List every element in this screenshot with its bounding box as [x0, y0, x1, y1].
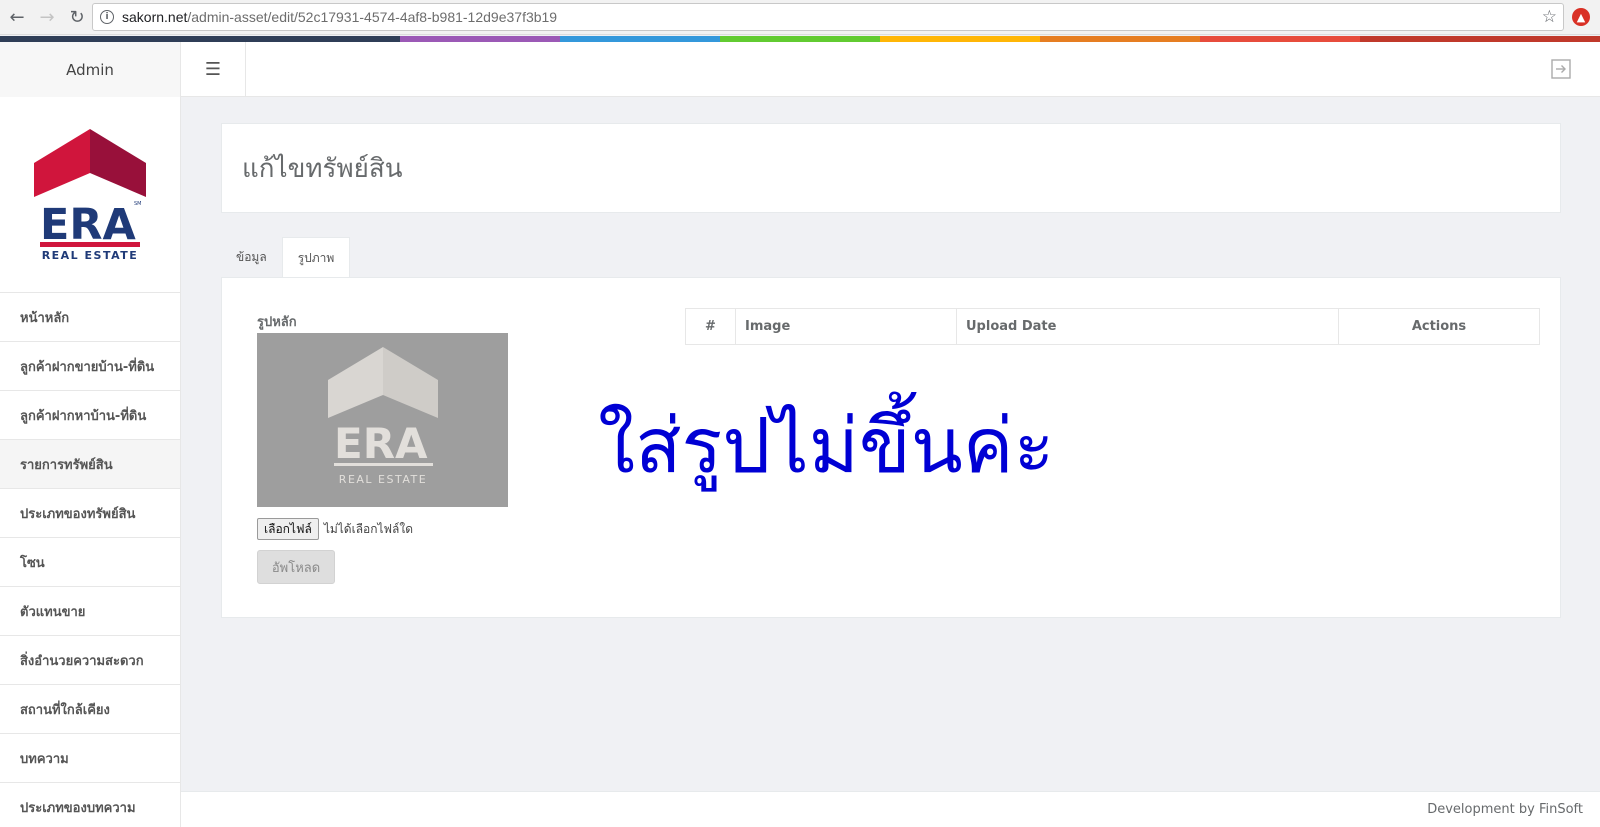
sidebar-item[interactable]: สิ่งอำนวยความสะดวก	[0, 636, 180, 685]
sidebar-item[interactable]: ประเภทของบทความ	[0, 783, 180, 827]
logo-tagline: REAL ESTATE	[42, 249, 139, 261]
sidebar-item[interactable]: รายการทรัพย์สิน	[0, 440, 180, 489]
sidebar-item[interactable]: หน้าหลัก	[0, 293, 180, 342]
footer-text: Development by FinSoft	[1427, 802, 1583, 817]
file-input: เลือกไฟล์ ไม่ได้เลือกไฟล์ใด	[257, 518, 413, 540]
back-icon[interactable]: ←	[4, 4, 30, 30]
url-text: sakorn.net/admin-asset/edit/52c17931-457…	[122, 9, 557, 25]
header-actions: Actions	[1338, 308, 1540, 345]
footer: Development by FinSoft	[181, 791, 1600, 827]
era-logo[interactable]: ERA SM REAL ESTATE	[34, 128, 146, 261]
main-image-preview: ERA REAL ESTATE	[257, 333, 508, 507]
images-table: # Image Upload Date Actions	[685, 308, 1540, 345]
main-image-label: รูปหลัก	[257, 315, 297, 330]
brand-title[interactable]: Admin	[0, 42, 181, 97]
preview-brand-text: ERA	[334, 419, 428, 468]
sidebar-item[interactable]: ลูกค้าฝากหาบ้าน-ที่ดิน	[0, 391, 180, 440]
logo-sm-mark: SM	[134, 201, 142, 207]
header-image: Image	[735, 308, 957, 345]
sidebar-item[interactable]: ตัวแทนขาย	[0, 587, 180, 636]
browser-toolbar: ← → ↻ i sakorn.net/admin-asset/edit/52c1…	[0, 0, 1600, 35]
header-upload-date: Upload Date	[956, 308, 1339, 345]
sidebar-item[interactable]: บทความ	[0, 734, 180, 783]
sidebar-item[interactable]: ลูกค้าฝากขายบ้าน-ที่ดิน	[0, 342, 180, 391]
sidebar: ERA SM REAL ESTATE หน้าหลัก ลูกค้าฝากขายบ…	[0, 97, 181, 827]
reload-icon[interactable]: ↻	[64, 4, 90, 30]
sidebar-item[interactable]: โซน	[0, 538, 180, 587]
tab-bar: ข้อมูล รูปภาพ	[221, 237, 351, 278]
page-title: แก้ไขทรัพย์สิน	[242, 153, 403, 184]
bookmark-star-icon[interactable]: ☆	[1542, 7, 1557, 27]
sidebar-item[interactable]: ประเภทของทรัพย์สิน	[0, 489, 180, 538]
upload-button[interactable]: อัพโหลด	[257, 550, 335, 584]
hamburger-icon[interactable]: ☰	[181, 42, 246, 97]
info-icon[interactable]: i	[100, 10, 114, 24]
sidebar-item[interactable]: สถานที่ใกล้เคียง	[0, 685, 180, 734]
top-navbar: Admin ☰	[0, 42, 1600, 97]
sign-out-icon[interactable]	[1550, 58, 1572, 80]
address-bar[interactable]: i sakorn.net/admin-asset/edit/52c17931-4…	[92, 3, 1564, 31]
extension-icon[interactable]: ▲	[1572, 8, 1590, 26]
choose-file-button[interactable]: เลือกไฟล์	[257, 518, 319, 540]
table-header-row: # Image Upload Date Actions	[685, 308, 1540, 345]
tab-info[interactable]: ข้อมูล	[221, 237, 282, 278]
file-status: ไม่ได้เลือกไฟล์ใด	[323, 521, 414, 536]
url-path: /admin-asset/edit/52c17931-4574-4af8-b98…	[187, 9, 558, 25]
forward-icon[interactable]: →	[34, 4, 60, 30]
url-host: sakorn.net	[122, 9, 188, 25]
preview-tagline: REAL ESTATE	[339, 473, 427, 486]
logo-area: ERA SM REAL ESTATE	[0, 97, 180, 293]
annotation-text: ใส่รูปไม่ขึ้นค่ะ	[598, 401, 1055, 490]
page-header: แก้ไขทรัพย์สิน	[221, 123, 1561, 213]
tab-images[interactable]: รูปภาพ	[281, 237, 351, 278]
header-number: #	[685, 308, 736, 345]
sidebar-menu: หน้าหลัก ลูกค้าฝากขายบ้าน-ที่ดิน ลูกค้าฝาก…	[0, 293, 180, 827]
